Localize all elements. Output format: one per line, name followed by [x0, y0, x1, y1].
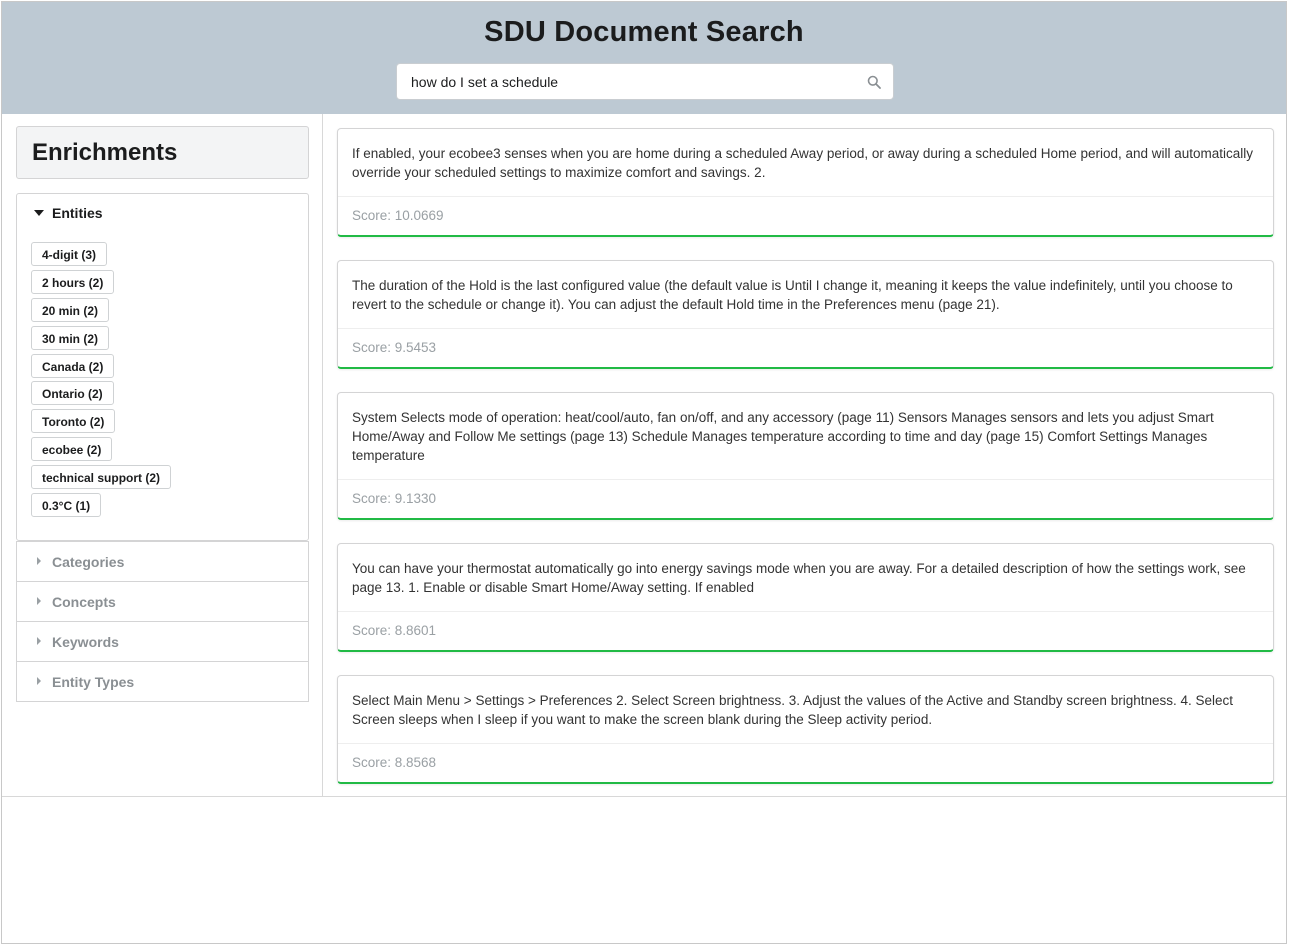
entity-chip[interactable]: 0.3°C (1): [31, 493, 102, 518]
result-text: System Selects mode of operation: heat/c…: [338, 393, 1273, 480]
entities-panel: Entities 4-digit (3) 2 hours (2) 20 min …: [16, 193, 309, 541]
result-text: If enabled, your ecobee3 senses when you…: [338, 129, 1273, 197]
caret-down-icon: [34, 210, 44, 216]
main-content: Enrichments Entities 4-digit (3) 2 hours…: [2, 114, 1286, 797]
result-score: Score: 8.8568: [352, 755, 437, 770]
entity-chip[interactable]: 2 hours (2): [31, 269, 115, 294]
enrichments-sidebar: Enrichments Entities 4-digit (3) 2 hours…: [2, 114, 323, 796]
categories-panel[interactable]: Categories: [16, 541, 309, 582]
search-icon[interactable]: [867, 75, 881, 89]
entity-chip[interactable]: ecobee (2): [31, 437, 113, 462]
result-card[interactable]: The duration of the Hold is the last con…: [337, 260, 1274, 369]
page-title: SDU Document Search: [484, 16, 804, 48]
entity-chip[interactable]: 4-digit (3): [31, 242, 107, 266]
entity-types-panel[interactable]: Entity Types: [16, 661, 309, 702]
search-box[interactable]: [396, 63, 894, 100]
entities-toggle[interactable]: Entities: [34, 205, 103, 221]
result-text: The duration of the Hold is the last con…: [338, 261, 1273, 329]
entity-chip[interactable]: Ontario (2): [31, 381, 114, 406]
result-score: Score: 10.0669: [352, 208, 444, 223]
search-input[interactable]: [397, 64, 857, 99]
enrichments-title: Enrichments: [32, 139, 178, 166]
categories-label: Categories: [52, 554, 125, 570]
result-score: Score: 9.5453: [352, 340, 437, 355]
caret-right-icon: [37, 597, 41, 605]
result-score: Score: 9.1330: [352, 491, 437, 506]
caret-right-icon: [37, 677, 41, 685]
result-text: Select Main Menu > Settings > Preference…: [338, 676, 1273, 744]
entity-chip[interactable]: Canada (2): [31, 353, 115, 378]
entity-chip[interactable]: 30 min (2): [31, 325, 110, 350]
concepts-panel[interactable]: Concepts: [16, 581, 309, 622]
header: SDU Document Search: [2, 2, 1286, 114]
caret-right-icon: [37, 557, 41, 565]
keywords-panel[interactable]: Keywords: [16, 621, 309, 662]
concepts-label: Concepts: [52, 594, 116, 610]
results-list: If enabled, your ecobee3 senses when you…: [337, 128, 1275, 784]
entity-chip[interactable]: Toronto (2): [31, 409, 116, 434]
keywords-label: Keywords: [52, 634, 119, 650]
result-card[interactable]: If enabled, your ecobee3 senses when you…: [337, 128, 1274, 237]
entities-label: Entities: [52, 205, 103, 221]
result-card[interactable]: System Selects mode of operation: heat/c…: [337, 392, 1274, 520]
result-card[interactable]: Select Main Menu > Settings > Preference…: [337, 675, 1274, 784]
result-text: You can have your thermostat automatical…: [338, 544, 1273, 612]
result-card[interactable]: You can have your thermostat automatical…: [337, 543, 1274, 652]
entity-types-label: Entity Types: [52, 674, 135, 690]
entity-list: 4-digit (3) 2 hours (2) 20 min (2) 30 mi…: [31, 242, 172, 521]
entity-chip[interactable]: 20 min (2): [31, 297, 110, 322]
enrichments-header: Enrichments: [16, 126, 309, 179]
app-window: SDU Document Search Enrichments Entities…: [1, 1, 1287, 944]
entity-chip[interactable]: technical support (2): [31, 465, 172, 490]
caret-right-icon: [37, 637, 41, 645]
result-score: Score: 8.8601: [352, 623, 437, 638]
